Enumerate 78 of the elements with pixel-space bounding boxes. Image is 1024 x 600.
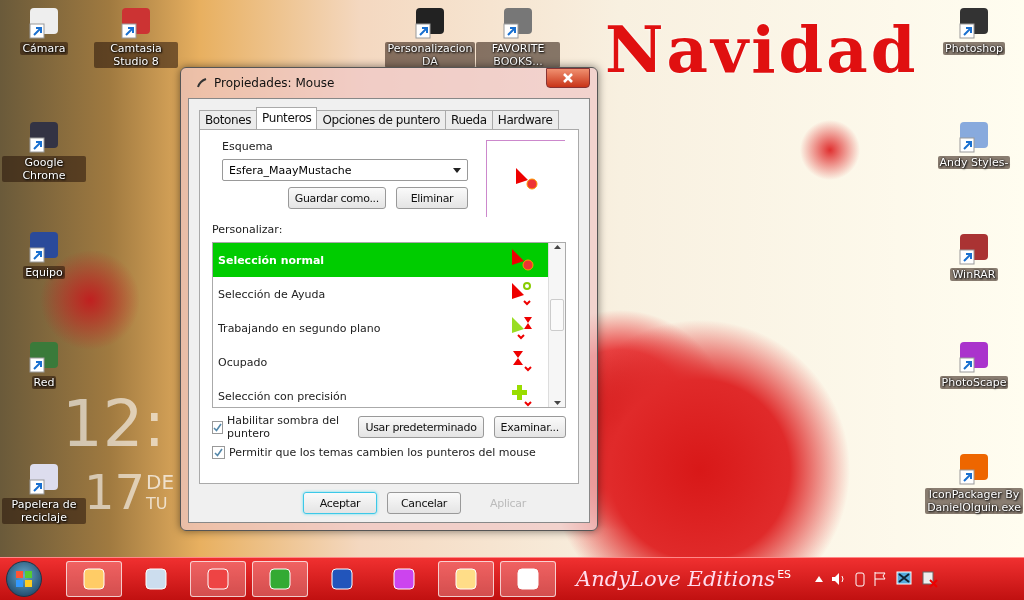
shortcut-icon[interactable] [413,6,447,40]
desktop-title: Navidad [605,12,919,87]
clock-month: DE [146,472,175,492]
four-squares-icon [15,570,33,588]
tab[interactable]: Hardware [491,110,559,130]
window-title: Propiedades: Mouse [214,76,336,90]
clock-day: 17 [84,468,146,516]
customize-label: Personalizar: [212,223,284,236]
app-icon [205,566,231,592]
delete-button[interactable]: Eliminar [396,187,468,209]
shortcut-label[interactable]: Equipo [23,266,65,279]
shortcut-label[interactable]: Google Chrome [2,156,86,182]
scrollbar[interactable] [548,243,565,407]
pointer-row[interactable]: Trabajando en segundo plano [213,311,548,345]
disconnected-icon[interactable] [921,570,940,588]
app-icon [453,566,479,592]
language-indicator[interactable]: ES [777,568,792,581]
app-icon [329,566,355,592]
pointer-row[interactable]: Selección de Ayuda [213,277,548,311]
shadow-checkbox[interactable]: Habilitar sombra del puntero [212,414,349,440]
shortcut-label[interactable]: WinRAR [950,268,998,281]
pointer-row[interactable]: Selección con precisión [213,379,548,407]
scheme-dropdown[interactable]: Esfera_MaayMustache [222,159,468,181]
tab[interactable]: Rueda [445,110,493,130]
shortcut-label[interactable]: Photoshop [943,42,1005,55]
shortcut-label[interactable]: Personalizacion DA [385,42,475,68]
pointer-icon [510,247,534,273]
clock-time: 12: [62,392,165,456]
scroll-up-icon[interactable] [553,245,561,249]
scroll-down-icon[interactable] [553,401,561,405]
clock-weekday: TU [146,496,168,512]
shortcut-label[interactable]: Cámara [20,42,68,55]
caret-icon [453,167,461,173]
browse-button[interactable]: Examinar... [493,416,566,438]
shortcut-label[interactable]: Papelera de reciclaje [2,498,86,524]
shortcut-icon[interactable] [957,6,991,40]
checkmark-icon [213,422,222,432]
pointer-icon [510,315,534,341]
scroll-thumb[interactable] [550,299,564,331]
app-icon [515,566,541,592]
taskbar-app-button[interactable] [500,561,556,597]
app-icon [267,566,293,592]
start-button[interactable] [6,561,42,597]
shortcut-label[interactable]: Andy Styles- [937,156,1011,169]
close-icon [562,73,574,83]
dialog-button[interactable]: Cancelar [387,492,461,514]
shortcut-icon[interactable] [27,230,61,264]
network-icon[interactable] [895,570,914,588]
dialog-button[interactable]: Aceptar [303,492,377,514]
shortcut-icon[interactable] [27,120,61,154]
mouse-icon [196,77,208,89]
battery-icon[interactable] [855,571,866,587]
save-as-button[interactable]: Guardar como... [287,187,386,209]
checkmark-icon [214,448,223,457]
flag-icon[interactable] [873,571,888,587]
taskbar-app-button[interactable] [190,561,246,597]
shortcut-label[interactable]: FAVORITE BOOKS... [476,42,560,68]
taskbar-app-button[interactable] [438,561,494,597]
pointer-icon [510,383,534,407]
taskbar-app-button[interactable] [252,561,308,597]
pointer-icon [510,281,534,307]
app-icon [391,566,417,592]
pointer-icon [514,166,538,192]
themes-checkbox[interactable]: Permitir que los temas cambien los punteros del mouse [212,446,566,459]
shortcut-label[interactable]: IconPackager By DanielOlguin.exe [925,488,1023,514]
taskbar-app-button[interactable] [66,561,122,597]
tab[interactable]: Botones [199,110,258,130]
pointer-row[interactable]: Ocupado [213,345,548,379]
shortcut-label[interactable]: Camtasia Studio 8 [94,42,178,68]
shortcut-icon[interactable] [957,232,991,266]
use-default-button[interactable]: Usar predeterminado [358,416,484,438]
close-button[interactable] [546,68,590,88]
up-arrow-icon[interactable] [815,576,824,582]
banner-text: AndyLove Editions [576,567,776,591]
app-icon [143,566,169,592]
app-icon [81,566,107,592]
tab[interactable]: Opciones de puntero [316,110,446,130]
scheme-label: Esquema [222,140,274,153]
